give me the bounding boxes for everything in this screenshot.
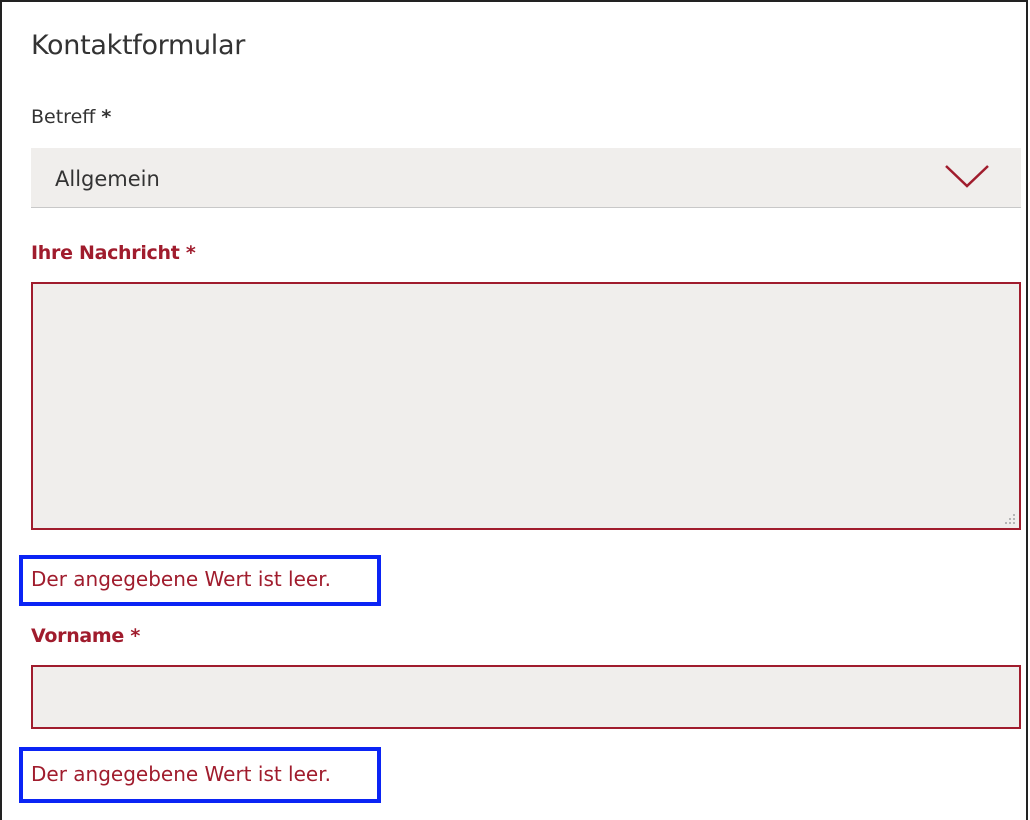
message-label: Ihre Nachricht * (31, 242, 196, 264)
first-name-label: Vorname * (31, 625, 140, 647)
subject-select-value: Allgemein (55, 167, 160, 191)
subject-select[interactable]: Allgemein (31, 148, 1021, 208)
message-error: Der angegebene Wert ist leer. (31, 567, 331, 591)
first-name-label-text: Vorname (31, 625, 125, 647)
required-asterisk: * (101, 106, 112, 128)
form-title: Kontaktformular (31, 30, 246, 61)
message-textarea[interactable] (31, 282, 1021, 530)
subject-label: Betreff * (31, 106, 111, 128)
first-name-input[interactable] (31, 665, 1021, 729)
resize-grip-icon[interactable] (1004, 513, 1016, 525)
first-name-error: Der angegebene Wert ist leer. (31, 762, 331, 786)
required-asterisk: * (130, 625, 140, 647)
subject-label-text: Betreff (31, 106, 96, 128)
chevron-down-icon (945, 165, 989, 188)
required-asterisk: * (185, 242, 196, 264)
message-label-text: Ihre Nachricht (31, 242, 180, 264)
